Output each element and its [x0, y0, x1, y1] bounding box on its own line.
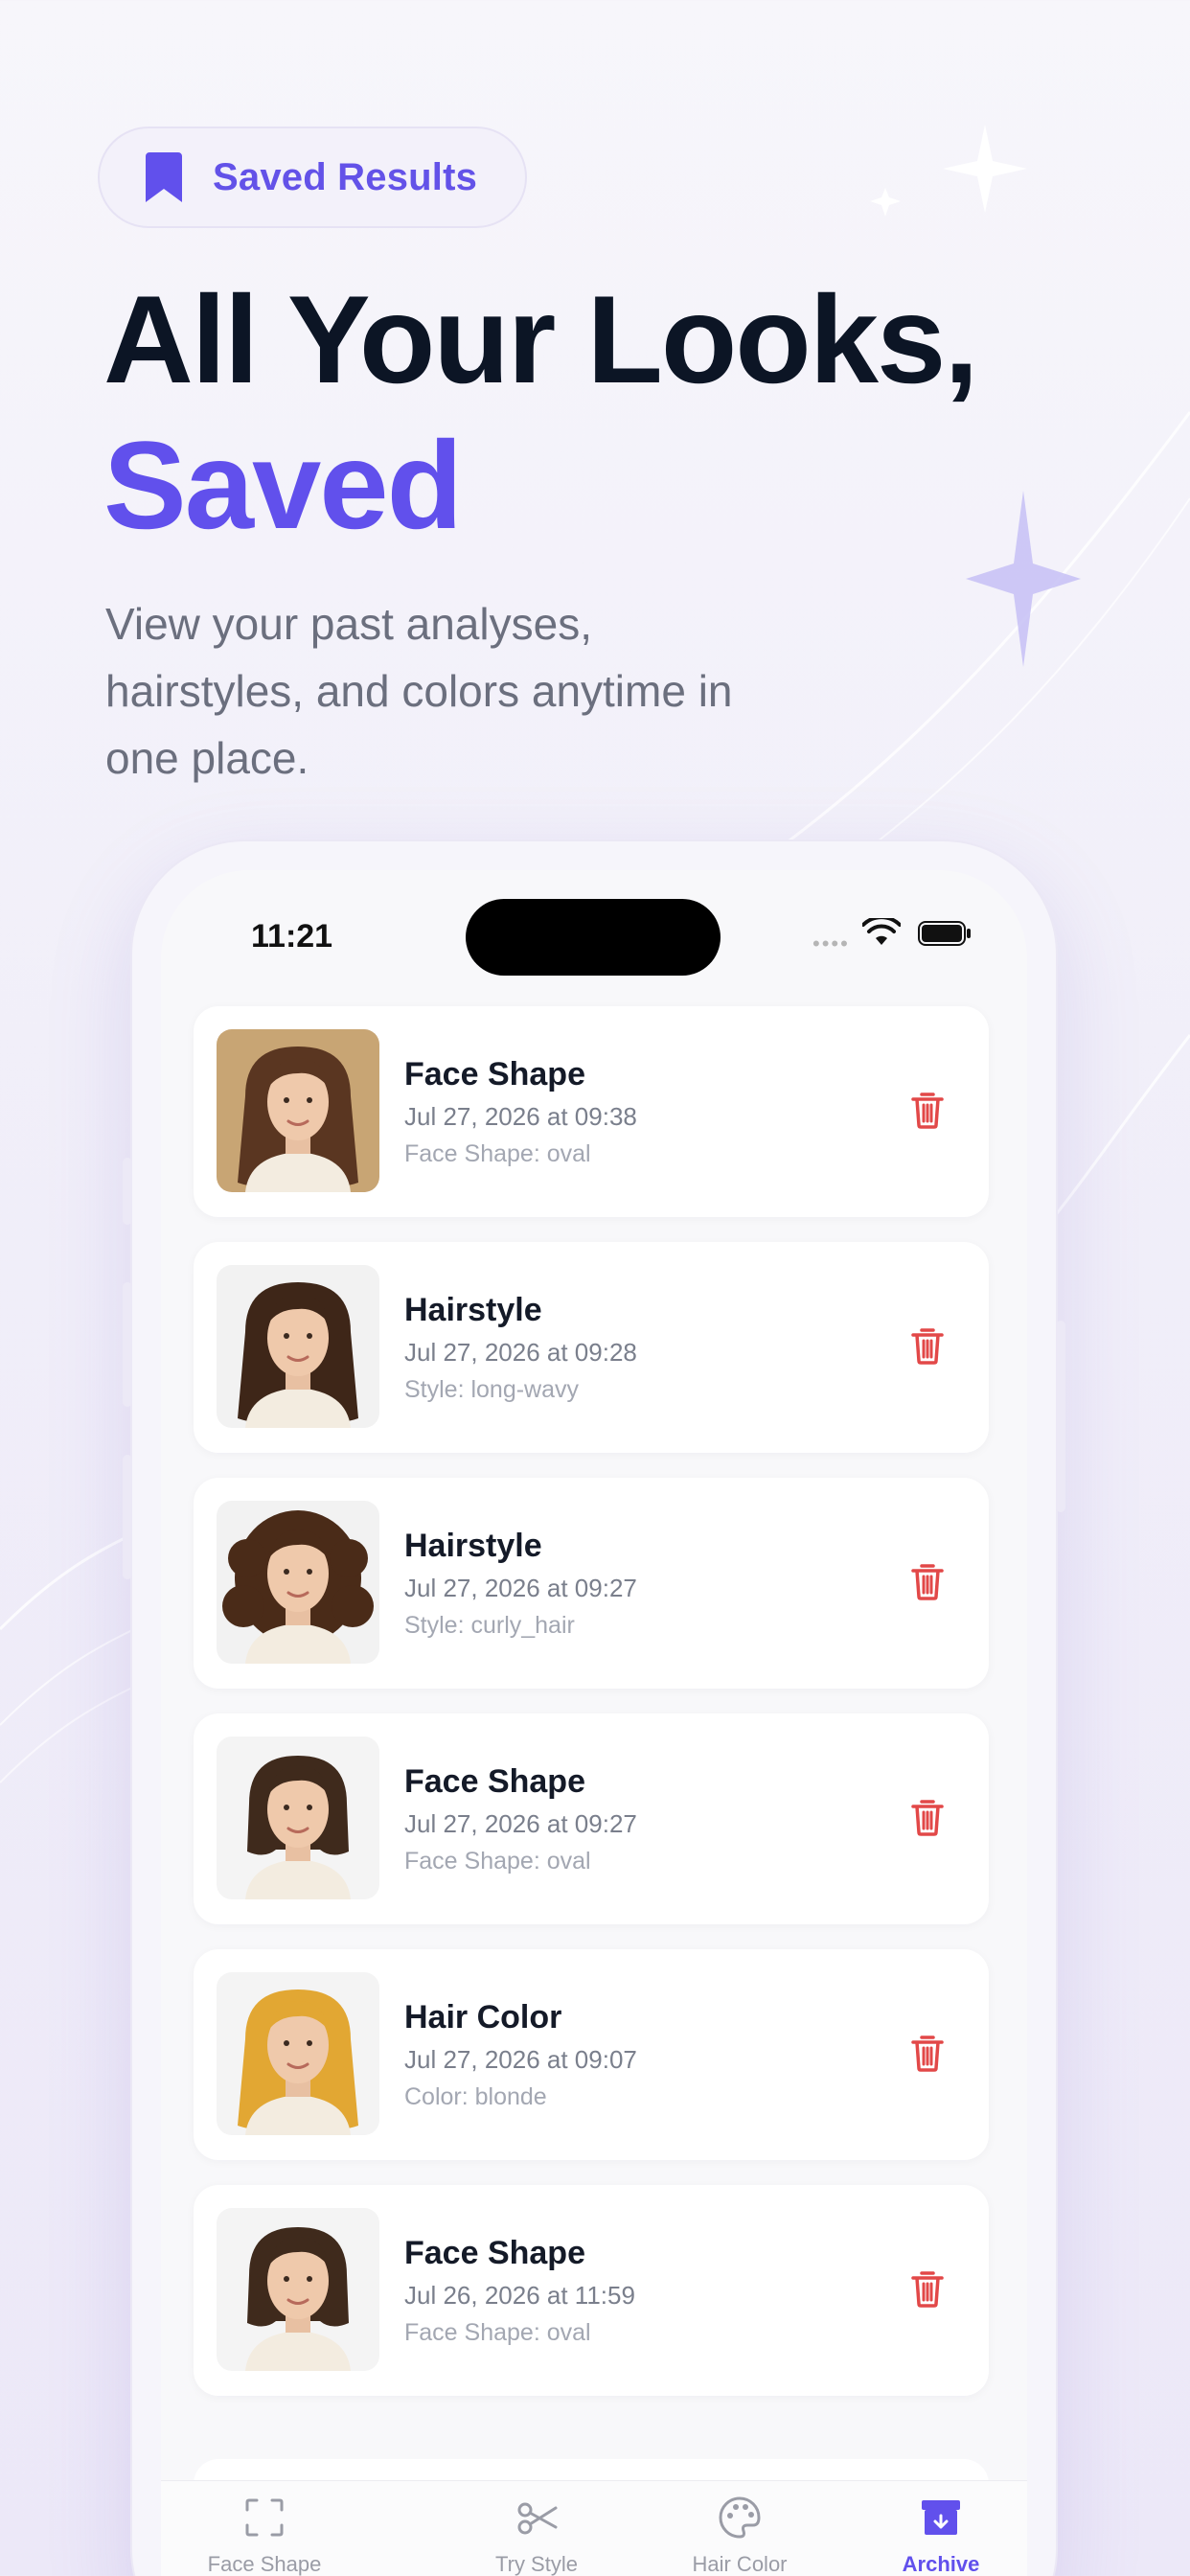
portrait-image: [217, 1736, 379, 1899]
status-time: 11:21: [251, 918, 333, 954]
bookmark-icon: [146, 152, 182, 202]
trash-icon[interactable]: [910, 1091, 945, 1129]
phone-screen: 11:21 •••• Face Shape Jul 27, 2026 at 09…: [161, 870, 1027, 2576]
result-thumbnail: [217, 1736, 379, 1899]
scan-frame-icon: [245, 2498, 284, 2537]
saved-results-badge: Saved Results: [98, 126, 527, 228]
item-detail: Style: curly_hair: [404, 1612, 575, 1639]
list-item[interactable]: Face Shape Jul 27, 2026 at 09:27 Face Sh…: [194, 1714, 989, 1924]
portrait-image: [217, 2208, 379, 2371]
item-title: Hairstyle: [404, 1292, 542, 1328]
phone-mockup: 11:21 •••• Face Shape Jul 27, 2026 at 09…: [123, 841, 1065, 2576]
tab-label: Archive: [902, 2552, 980, 2576]
tab-label: Face Shape: [207, 2552, 322, 2576]
sparkle-icon: [966, 491, 1081, 667]
item-detail: Style: long-wavy: [404, 1376, 580, 1403]
tab-hair-color[interactable]: Hair Color: [653, 2495, 826, 2576]
palette-icon: [719, 2496, 761, 2539]
wifi-icon: [862, 918, 901, 945]
portrait-image: [217, 1265, 379, 1428]
list-item[interactable]: Hairstyle Jul 27, 2026 at 09:27 Style: c…: [194, 1478, 989, 1689]
phone-side-button: [123, 1282, 132, 1407]
list-item[interactable]: Face Shape Jul 26, 2026 at 11:59 Face Sh…: [194, 2185, 989, 2396]
portrait-image: [217, 1501, 379, 1664]
result-thumbnail: [217, 1265, 379, 1428]
archive-icon: [922, 2500, 960, 2535]
item-detail: Color: blonde: [404, 2083, 547, 2110]
sparkle-icon: [870, 125, 1027, 217]
portrait-image: [217, 1029, 379, 1192]
item-title: Face Shape: [404, 2235, 585, 2271]
tab-label: Hair Color: [692, 2552, 788, 2576]
phone-side-button: [123, 1158, 132, 1225]
trash-icon[interactable]: [910, 1798, 945, 1836]
scissors-icon: [517, 2502, 558, 2535]
headline-accent: Saved: [103, 415, 463, 555]
badge-label: Saved Results: [213, 155, 478, 198]
item-title: Face Shape: [404, 1763, 585, 1800]
result-thumbnail: [217, 2208, 379, 2371]
list-item[interactable]: Face Shape Jul 27, 2026 at 09:38 Face Sh…: [194, 1006, 989, 1217]
item-detail: Face Shape: oval: [404, 1848, 591, 1874]
item-detail: Face Shape: oval: [404, 1140, 591, 1167]
item-date: Jul 27, 2026 at 09:27: [404, 1574, 637, 1602]
item-date: Jul 26, 2026 at 11:59: [404, 2281, 635, 2310]
result-thumbnail: [217, 1501, 379, 1664]
item-date: Jul 27, 2026 at 09:38: [404, 1102, 637, 1131]
trash-icon[interactable]: [910, 1562, 945, 1600]
phone-side-button: [123, 1455, 132, 1579]
item-title: Hair Color: [404, 1999, 562, 2036]
tab-label: Try Style: [495, 2552, 578, 2576]
portrait-image: [217, 1972, 379, 2135]
item-detail: Face Shape: oval: [404, 2319, 591, 2346]
saved-results-list: Face Shape Jul 27, 2026 at 09:38 Face Sh…: [194, 1006, 989, 2421]
signal-icon: ••••: [812, 932, 850, 955]
page-headline: All Your Looks, Saved: [103, 266, 978, 558]
page-subtitle: View your past analyses, hairstyles, and…: [105, 599, 733, 783]
battery-icon: [918, 921, 971, 946]
result-thumbnail: [217, 1972, 379, 2135]
list-item[interactable]: Hairstyle Jul 27, 2026 at 09:28 Style: l…: [194, 1242, 989, 1453]
item-title: Face Shape: [404, 1056, 585, 1092]
item-date: Jul 27, 2026 at 09:27: [404, 1809, 637, 1838]
phone-side-button: [1056, 1321, 1065, 1512]
item-title: Hairstyle: [404, 1528, 542, 1564]
trash-icon[interactable]: [910, 2034, 945, 2072]
dynamic-island: [466, 899, 721, 976]
item-date: Jul 27, 2026 at 09:07: [404, 2045, 637, 2074]
tab-face-shape[interactable]: Face Shape: [178, 2495, 351, 2576]
trash-icon[interactable]: [910, 1326, 945, 1365]
trash-icon[interactable]: [910, 2269, 945, 2308]
status-bar: 11:21 ••••: [161, 870, 1027, 995]
tab-archive[interactable]: Archive: [855, 2495, 1027, 2576]
list-item[interactable]: Hair Color Jul 27, 2026 at 09:07 Color: …: [194, 1949, 989, 2160]
tab-bar: Face Shape Try Style Hair Color Archive: [161, 2480, 1027, 2576]
result-thumbnail: [217, 1029, 379, 1192]
headline-line1: All Your Looks,: [103, 269, 978, 409]
tab-try-style[interactable]: Try Style: [450, 2495, 623, 2576]
item-date: Jul 27, 2026 at 09:28: [404, 1338, 637, 1367]
